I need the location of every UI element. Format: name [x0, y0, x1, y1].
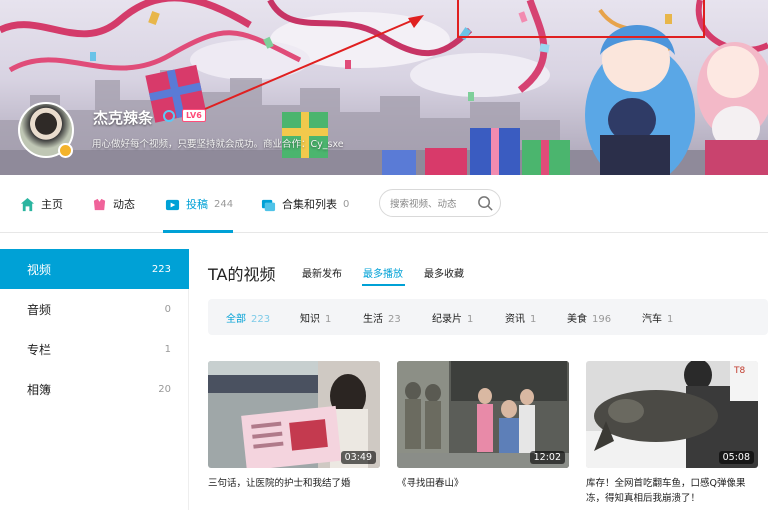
active-tab-indicator	[163, 230, 233, 233]
sort-active-indicator	[362, 284, 405, 286]
video-duration: 12:02	[529, 451, 565, 464]
home-icon	[20, 197, 35, 211]
search-box	[379, 189, 501, 217]
section-title: TA的视频	[208, 265, 276, 284]
filter-count: 1	[325, 314, 332, 325]
tab-home[interactable]: 主页	[20, 194, 63, 214]
video-title[interactable]: 三句话，让医院的护士和我结了婚	[208, 476, 380, 491]
video-thumbnail[interactable]: 03:49	[208, 361, 380, 468]
filter-label: 知识	[300, 314, 320, 325]
filter-documentary[interactable]: 纪录片 1	[432, 310, 473, 325]
filter-knowledge[interactable]: 知识 1	[300, 310, 331, 325]
sort-tab-latest[interactable]: 最新发布	[302, 265, 342, 280]
search-icon[interactable]	[477, 195, 494, 212]
profile-signature: 用心做好每个视频，只要坚持就会成功。商业合作：Cy_sxe	[92, 139, 344, 150]
collection-icon	[261, 199, 276, 211]
filter-count: 1	[667, 314, 674, 325]
category-filter-bar: 全部 223 知识 1 生活 23 纪录片 1 资讯 1 美食 196 汽车 1	[208, 299, 768, 335]
sort-tab-most-played[interactable]: 最多播放	[363, 265, 403, 280]
search-input[interactable]	[390, 196, 470, 212]
username[interactable]: 杰克辣条	[93, 107, 153, 128]
dynamic-icon	[93, 198, 106, 210]
tab-dynamic[interactable]: 动态	[92, 194, 135, 214]
video-thumbnail[interactable]: 12:02	[397, 361, 569, 468]
tab-uploads[interactable]: 投稿 244	[165, 194, 233, 214]
filter-label: 生活	[363, 314, 383, 325]
profile-banner: 杰克辣条 LV6 用心做好每个视频，只要坚持就会成功。商业合作：Cy_sxe	[0, 0, 768, 175]
tab-collections-count: 0	[343, 198, 350, 210]
sidebar-item-count: 223	[151, 263, 171, 275]
profile-nav: 主页 动态 投稿 244 合集和列表 0	[0, 175, 768, 233]
video-card[interactable]: 03:49 三句话，让医院的护士和我结了婚	[208, 361, 380, 491]
verified-badge-icon	[58, 143, 73, 158]
video-duration: 05:08	[718, 451, 754, 464]
video-thumbnail[interactable]: T8 05:08	[586, 361, 758, 468]
filter-count: 1	[467, 314, 474, 325]
gender-icon	[163, 110, 175, 122]
sidebar-item-count: 0	[164, 303, 171, 315]
sidebar-item-label: 音频	[27, 302, 52, 317]
filter-label: 资讯	[505, 314, 525, 325]
sidebar-item-label: 专栏	[27, 342, 52, 357]
filter-food[interactable]: 美食 196	[567, 310, 611, 325]
sidebar-item-label: 视频	[27, 262, 52, 277]
level-badge: LV6	[182, 109, 206, 122]
sort-tab-most-favorited[interactable]: 最多收藏	[424, 265, 464, 280]
video-card[interactable]: T8 05:08 库存！全网首吃翻车鱼，口感Q弹像果冻，得知真相后我崩溃了！	[586, 361, 758, 506]
sidebar-item-video[interactable]: 视频 223	[0, 249, 189, 289]
video-duration: 03:49	[340, 451, 376, 464]
filter-count: 223	[251, 314, 271, 325]
filter-label: 全部	[226, 314, 246, 325]
tab-uploads-count: 244	[214, 198, 234, 210]
video-title[interactable]: 《寻找田春山》	[397, 476, 569, 491]
tab-dynamic-label: 动态	[113, 198, 135, 211]
video-card[interactable]: 12:02 《寻找田春山》	[397, 361, 569, 491]
tab-collections-label: 合集和列表	[282, 198, 337, 211]
filter-count: 196	[592, 314, 612, 325]
filter-life[interactable]: 生活 23	[363, 310, 401, 325]
tab-home-label: 主页	[41, 198, 63, 211]
filter-label: 美食	[567, 314, 587, 325]
filter-news[interactable]: 资讯 1	[505, 310, 536, 325]
sidebar-item-audio[interactable]: 音频 0	[0, 289, 189, 329]
sidebar-item-label: 相簿	[27, 382, 52, 397]
annotation-highlight-box	[457, 0, 705, 38]
video-title[interactable]: 库存！全网首吃翻车鱼，口感Q弹像果冻，得知真相后我崩溃了！	[586, 476, 758, 506]
sidebar-item-albums[interactable]: 相簿 20	[0, 369, 189, 409]
filter-auto[interactable]: 汽车 1	[642, 310, 673, 325]
filter-label: 汽车	[642, 314, 662, 325]
content-sidebar: 视频 223 音频 0 专栏 1 相簿 20	[0, 249, 189, 510]
sidebar-item-count: 20	[158, 383, 171, 395]
filter-all[interactable]: 全部 223	[226, 310, 270, 325]
tab-uploads-label: 投稿	[186, 198, 208, 211]
filter-count: 1	[530, 314, 537, 325]
sidebar-item-articles[interactable]: 专栏 1	[0, 329, 189, 369]
tab-collections[interactable]: 合集和列表 0	[261, 194, 349, 214]
svg-text:T8: T8	[733, 366, 745, 376]
filter-count: 23	[388, 314, 401, 325]
upload-icon	[165, 199, 180, 210]
sidebar-item-count: 1	[164, 343, 171, 355]
filter-label: 纪录片	[432, 314, 462, 325]
